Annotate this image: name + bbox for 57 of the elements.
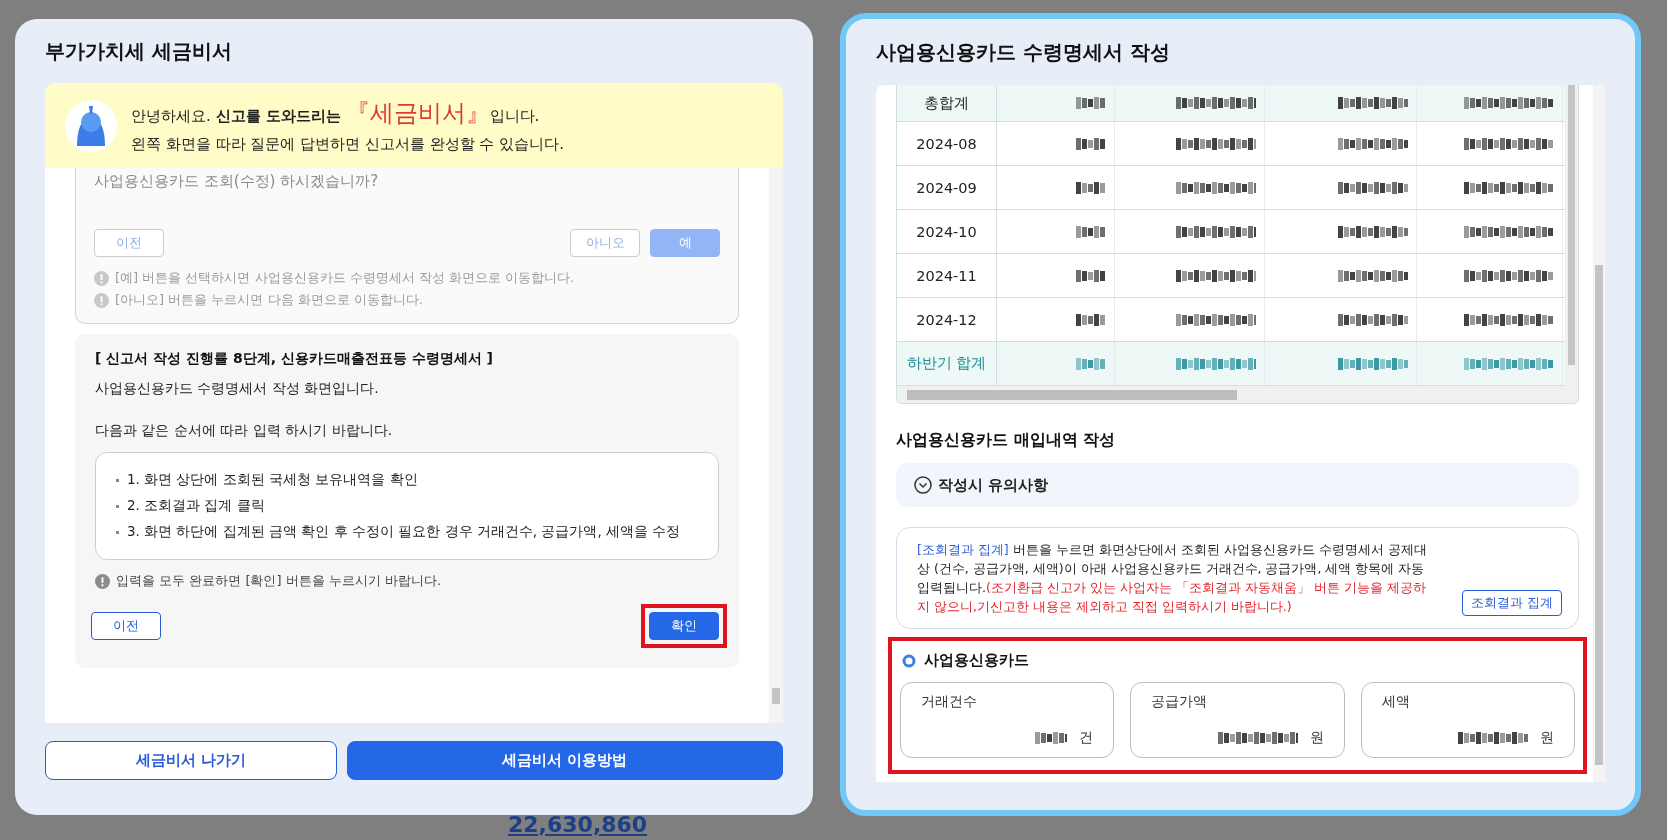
amount-field[interactable]: 거래건수 건	[900, 682, 1115, 758]
pixelated-value	[1076, 355, 1106, 372]
alert-icon	[94, 270, 109, 286]
pixelated-value	[1338, 95, 1408, 111]
intro-text: 사업용신용카드 수령명세서 작성 화면입니다.	[95, 380, 380, 398]
amount-field[interactable]: 세액 원	[1360, 682, 1575, 758]
scrollbar[interactable]	[769, 168, 783, 723]
pixelated-value	[1076, 267, 1106, 284]
info-link[interactable]: [조회결과 집계]	[917, 542, 1009, 557]
guide-text: 왼쪽 화면을 따라 질문에 답변하면 신고서를 완성할 수 있습니다.	[131, 135, 564, 154]
pixelated-value	[1458, 730, 1528, 746]
pixelated-value	[1338, 223, 1408, 240]
pixelated-value	[1338, 311, 1408, 328]
step-text: 3. 화면 하단에 집계된 금액 확인 후 수정이 필요한 경우 거래건수, 공급가액, 세액을 수정	[127, 523, 681, 541]
pixelated-value	[1035, 730, 1068, 746]
step-text: 2. 조회결과 집계 클릭	[127, 497, 265, 515]
exit-button[interactable]: 세금비서 나가기	[45, 741, 337, 780]
pixelated-value	[1338, 355, 1408, 372]
dialog-title: 부가가치세 세금비서	[45, 37, 233, 65]
amount-field[interactable]: 공급가액 원	[1130, 682, 1345, 758]
radio-label: 사업용신용카드	[924, 651, 1029, 670]
bullet-icon	[116, 478, 119, 482]
pixelated-value	[1338, 135, 1408, 152]
pixelated-value	[1076, 95, 1106, 111]
alert-icon	[94, 292, 109, 308]
pixelated-value	[1076, 135, 1106, 152]
confirm-button[interactable]: 확인	[649, 612, 719, 640]
notice-accordion[interactable]: 작성시 유의사항	[896, 463, 1579, 507]
greeting-text: 안녕하세요. 신고를 도와드리는 『세금비서』입니다.	[131, 98, 541, 129]
instruction-text: 다음과 같은 순서에 따라 입력 하시기 바랍니다.	[95, 422, 394, 440]
radio-icon[interactable]	[902, 653, 916, 668]
pixelated-value	[1338, 267, 1408, 284]
pixelated-value	[1076, 223, 1106, 240]
scrollbar[interactable]	[1565, 85, 1578, 386]
scrollbar[interactable]	[1593, 85, 1605, 782]
section-title: 사업용신용카드 매입내역 작성	[896, 430, 1117, 451]
pixelated-value	[1076, 179, 1106, 196]
bullet-icon	[116, 530, 119, 534]
chevron-icon	[914, 476, 932, 494]
pixelated-value	[1076, 311, 1106, 328]
avatar-icon	[65, 99, 117, 152]
bullet-icon	[116, 504, 119, 508]
dialog-title: 사업용신용카드 수령명세서 작성	[876, 38, 1171, 66]
aggregate-button[interactable]: 조회결과 집계	[1461, 590, 1562, 616]
step-title: [ 신고서 작성 진행률 8단계, 신용카드매출전표등 수령명세서 ]	[95, 350, 494, 368]
pixelated-value	[1338, 179, 1408, 196]
note-text: [예] 버튼을 선택하시면 사업용신용카드 수령명세서 작성 화면으로 이동합니다.	[115, 269, 575, 287]
previous-button[interactable]: 이전	[91, 612, 161, 640]
step-text: 1. 화면 상단에 조회된 국세청 보유내역을 확인	[127, 471, 418, 489]
question-text: 사업용신용카드 조회(수정) 하시겠습니까?	[94, 172, 380, 192]
note-text: [아니오] 버튼을 누르시면 다음 화면으로 이동합니다.	[115, 291, 423, 309]
background-amount: 22,630,860	[508, 812, 648, 837]
info-text: [조회결과 집계] 버튼을 누르면 화면상단에서 조회된 사업용신용카드 수령명세서 공제대상 (건수, 공급가액, 세액)이 아래 사업용신용카드 거래건수, 공급가액, 세액 항목에 자동입력됩니다.(조기환급 신고가 있는 사업자는 「조회결과 자동채움」 버튼 기능을 제공하지 않으니,기신고한 내용은 제외하고 직접 입력하시기 바랍니다.)	[917, 541, 1428, 616]
alert-icon	[95, 573, 110, 589]
note-text: 입력을 모두 완료하면 [확인] 버튼을 누르시기 바랍니다.	[116, 572, 442, 590]
usage-button[interactable]: 세금비서 이용방법	[346, 741, 783, 780]
scrollbar[interactable]	[897, 386, 1578, 403]
